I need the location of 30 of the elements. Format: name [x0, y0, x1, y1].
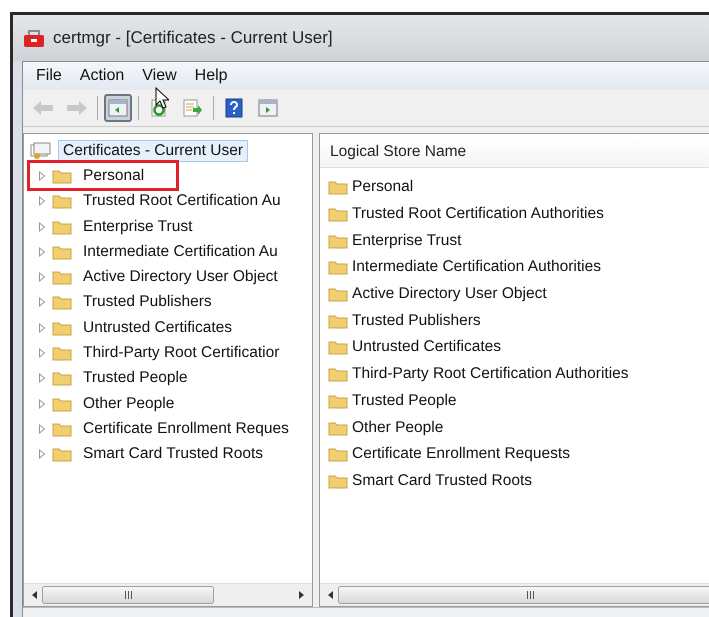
- window-title: certmgr - [Certificates - Current User]: [53, 28, 333, 48]
- tree-item[interactable]: Smart Card Trusted Roots: [78, 443, 268, 466]
- tree-item[interactable]: Untrusted Certificates: [78, 316, 238, 339]
- list-item[interactable]: Trusted Publishers: [352, 312, 481, 330]
- list-item[interactable]: Enterprise Trust: [352, 232, 462, 250]
- tree-item[interactable]: Personal: [78, 164, 150, 187]
- tree-item[interactable]: Active Directory User Object: [78, 266, 283, 288]
- list-item[interactable]: Trusted Root Certification Authorities: [352, 205, 604, 224]
- menu-item[interactable]: Help: [188, 66, 235, 86]
- menu-item[interactable]: File: [29, 66, 69, 86]
- list-item[interactable]: Smart Card Trusted Roots: [352, 472, 532, 490]
- list-item[interactable]: Certificate Enrollment Requests: [352, 445, 570, 464]
- tree-item[interactable]: Intermediate Certification Au: [78, 240, 283, 263]
- list-item[interactable]: Trusted People: [352, 392, 457, 410]
- menu-item[interactable]: Action: [72, 66, 132, 86]
- list-item[interactable]: Personal: [352, 178, 414, 196]
- tree-item[interactable]: Certificates - Current User: [58, 140, 248, 162]
- tree-item[interactable]: Other People: [78, 392, 180, 415]
- tree-item[interactable]: Third-Party Root Certificatior: [78, 342, 284, 364]
- tree-item[interactable]: Enterprise Trust: [78, 216, 198, 238]
- tree-item[interactable]: Trusted People: [78, 367, 193, 390]
- list-item[interactable]: Third-Party Root Certification Authorities: [352, 365, 629, 384]
- tree-item[interactable]: Certificate Enrollment Reques: [78, 418, 294, 440]
- tree-item[interactable]: Trusted Publishers: [78, 291, 217, 314]
- list-item[interactable]: Untrusted Certificates: [352, 338, 502, 356]
- menu-item[interactable]: View: [135, 66, 184, 86]
- tree-item[interactable]: Trusted Root Certification Au: [78, 190, 286, 212]
- list-item[interactable]: Active Directory User Object: [352, 285, 547, 304]
- list-item[interactable]: Intermediate Certification Authorities: [352, 258, 601, 276]
- list-item[interactable]: Other People: [352, 418, 444, 437]
